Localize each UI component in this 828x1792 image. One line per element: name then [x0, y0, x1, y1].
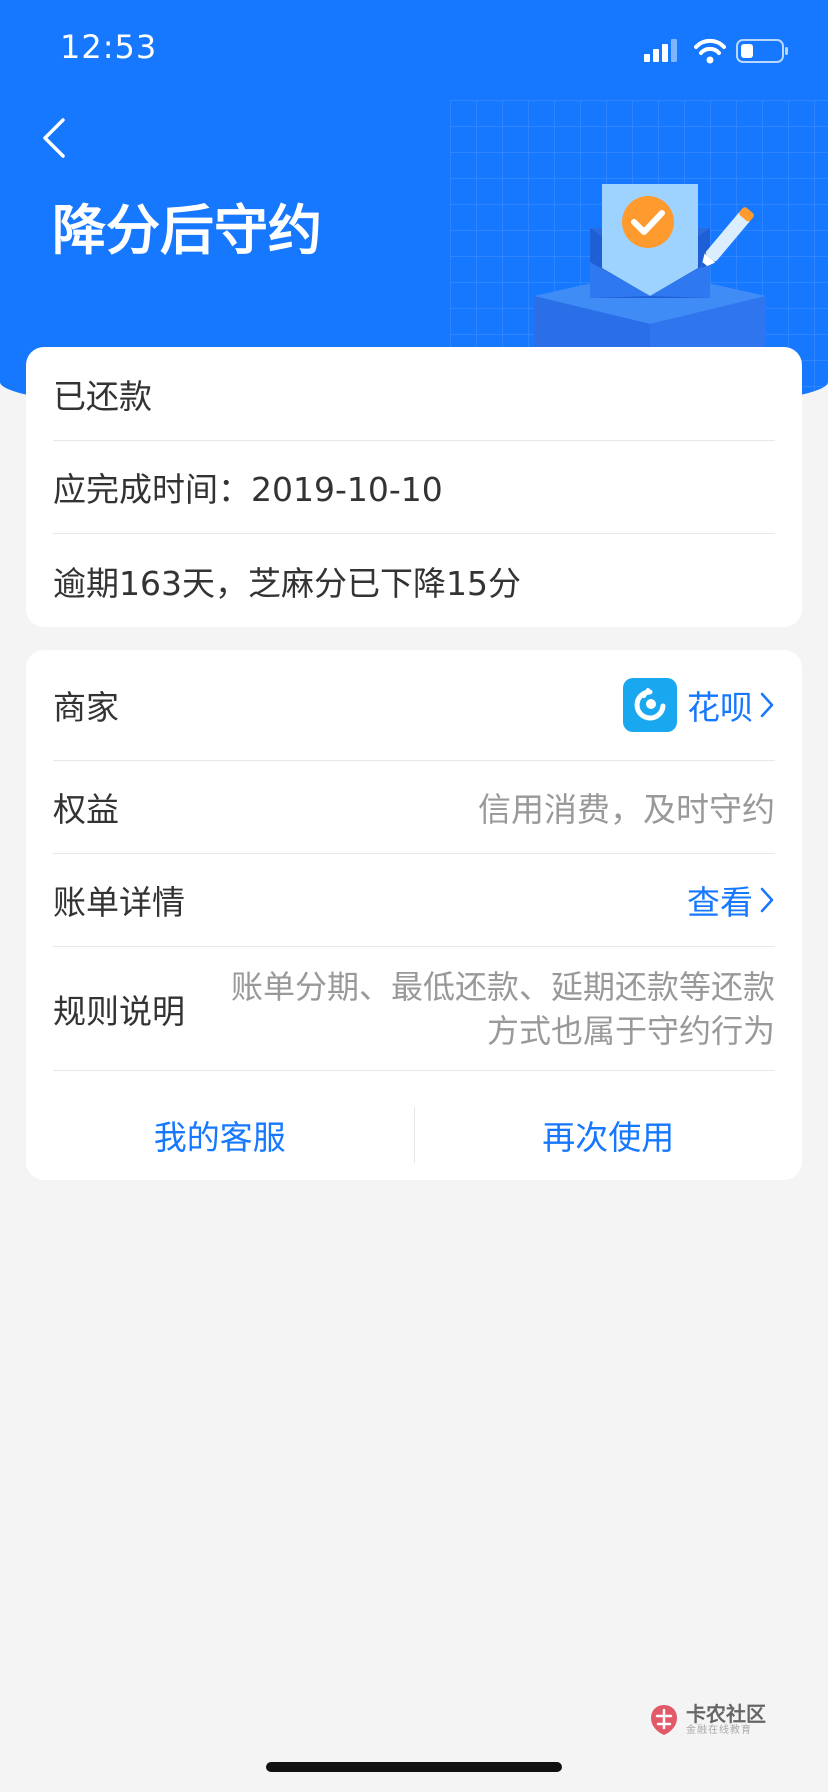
bottom-actions: 我的客服 再次使用: [26, 1090, 802, 1180]
overdue-row: 逾期163天，芝麻分已下降15分: [53, 534, 775, 627]
home-indicator[interactable]: [266, 1762, 562, 1772]
merchant-value: 花呗: [687, 688, 753, 727]
rules-value-line1: 账单分期、最低还款、延期还款等还款: [230, 967, 775, 1006]
signal-icon: [644, 39, 677, 62]
merchant-label: 商家: [53, 688, 119, 727]
page-title: 降分后守约: [52, 199, 322, 262]
watermark-text: 卡农社区 金融在线教育: [686, 1703, 766, 1737]
rights-value: 信用消费，及时守约: [478, 790, 775, 829]
watermark-title: 卡农社区: [686, 1702, 766, 1726]
status-row: 已还款: [53, 347, 775, 440]
divider: [53, 1070, 775, 1071]
status-card: 已还款 应完成时间：2019-10-10 逾期163天，芝麻分已下降15分: [26, 347, 802, 627]
customer-service-button[interactable]: 我的客服: [26, 1090, 414, 1180]
deadline-text: 应完成时间：2019-10-10: [53, 470, 443, 509]
chevron-right-icon: [760, 692, 774, 718]
bill-view-text: 查看: [687, 883, 753, 922]
rules-label: 规则说明: [53, 991, 185, 1031]
chevron-right-icon: [760, 887, 774, 913]
rights-label: 权益: [53, 790, 119, 829]
envelope-check-pencil-illustration: [534, 184, 766, 348]
status-icons: [644, 38, 788, 64]
merchant-link[interactable]: 花呗: [623, 678, 775, 732]
back-button[interactable]: [30, 112, 78, 164]
watermark-subtitle: 金融在线教育: [686, 1725, 752, 1736]
bill-label: 账单详情: [53, 883, 185, 922]
merchant-row[interactable]: 商家 花呗: [53, 650, 775, 760]
detail-card: 商家 花呗 权益 信用消费，及时守约 账单详情 查看 规则说明 账单分期、最低还…: [26, 650, 802, 1180]
watermark: 卡农社区 金融在线教育: [648, 1700, 766, 1740]
status-time: 12:53: [60, 28, 158, 66]
wifi-icon: [694, 38, 726, 64]
use-again-button[interactable]: 再次使用: [415, 1090, 803, 1180]
overdue-note: 逾期163天，芝麻分已下降15分: [53, 563, 521, 603]
rules-value-line2: 方式也属于守约行为: [486, 1011, 775, 1050]
rules-row: 规则说明 账单分期、最低还款、延期还款等还款 方式也属于守约行为: [53, 947, 775, 1070]
kanong-logo-icon: [651, 1705, 677, 1735]
chevron-left-icon: [43, 118, 65, 158]
battery-icon: [736, 39, 788, 63]
rights-row: 权益 信用消费，及时守约: [53, 761, 775, 853]
bill-row[interactable]: 账单详情 查看: [53, 854, 775, 946]
rules-value: 账单分期、最低还款、延期还款等还款 方式也属于守约行为: [205, 965, 775, 1053]
repay-status: 已还款: [53, 376, 152, 416]
deadline-row: 应完成时间：2019-10-10: [53, 441, 775, 533]
bill-view-link[interactable]: 查看: [687, 876, 775, 924]
huabei-logo-icon: [623, 678, 677, 732]
